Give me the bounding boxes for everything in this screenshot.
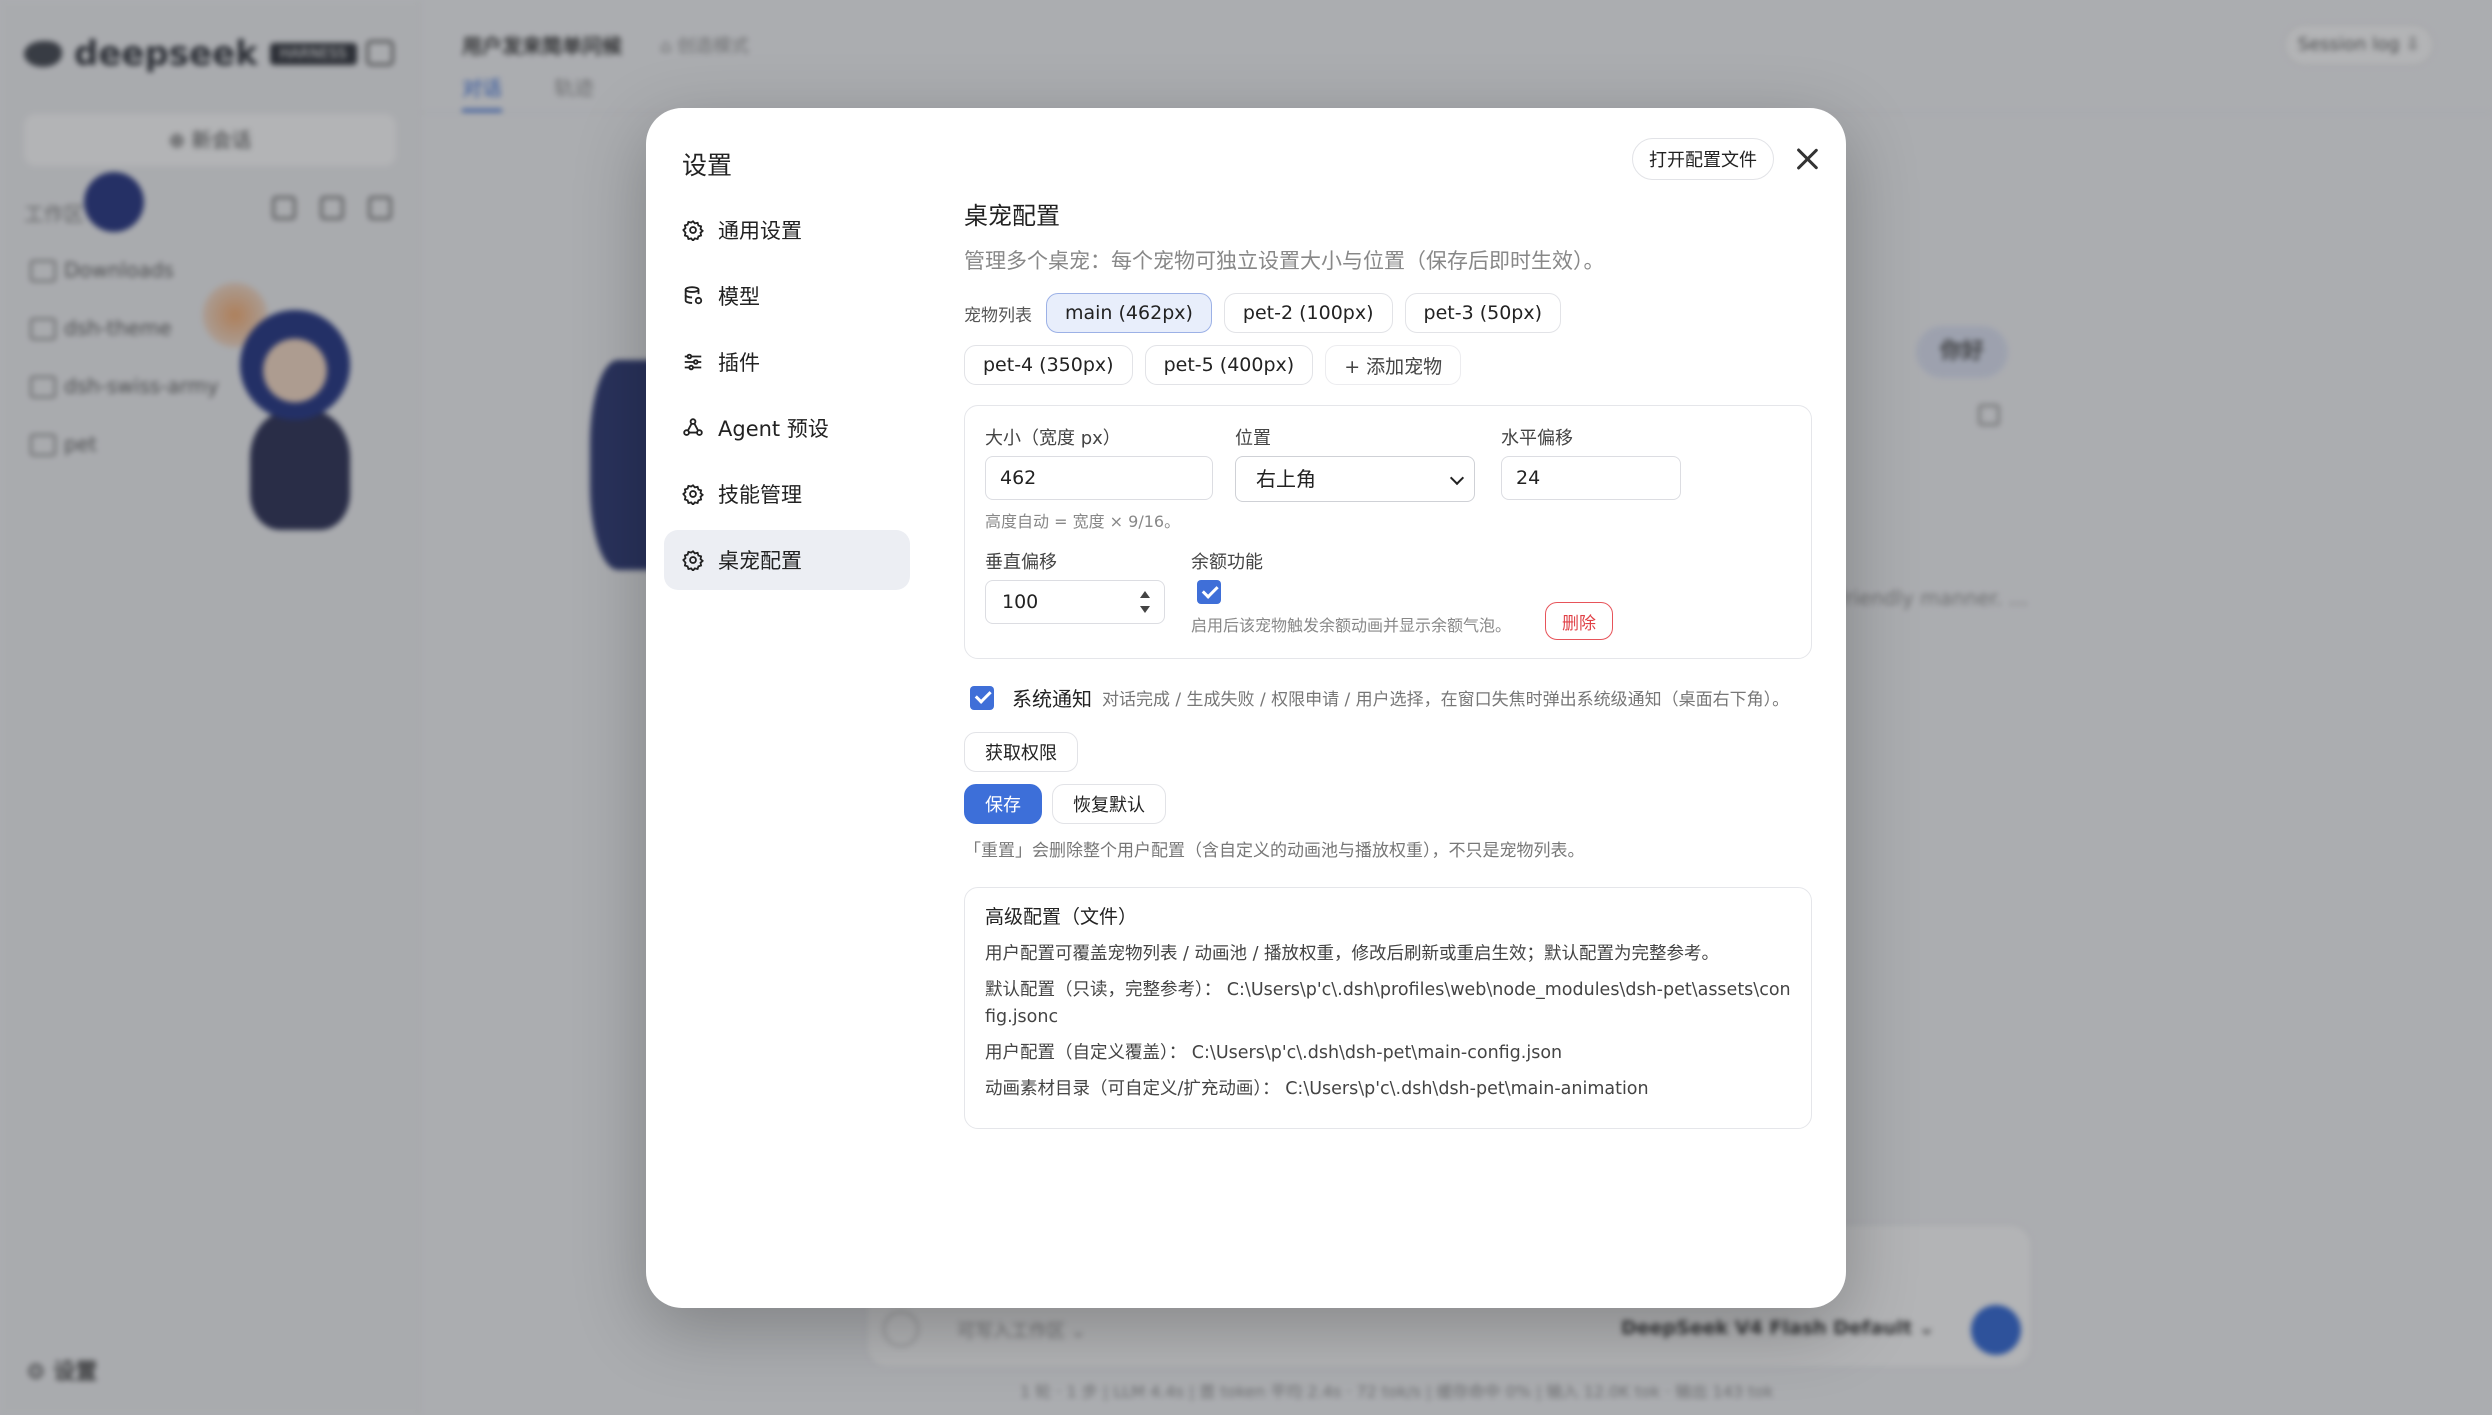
- position-field: 位置 右上角: [1235, 424, 1475, 502]
- h-offset-input[interactable]: [1501, 456, 1681, 500]
- pet-chip-main[interactable]: main (462px): [1046, 293, 1212, 333]
- quota-field: 余额功能 启用后该宠物触发余额动画并显示余额气泡。: [1191, 548, 1511, 636]
- size-hint: 高度自动 = 宽度 × 9/16。: [985, 512, 1181, 531]
- advanced-config-card: 高级配置（文件） 用户配置可覆盖宠物列表 / 动画池 / 播放权重，修改后刷新或…: [964, 887, 1812, 1129]
- position-label: 位置: [1235, 428, 1271, 449]
- save-row: 保存 恢复默认: [964, 784, 1814, 824]
- open-config-file-button[interactable]: 打开配置文件: [1632, 138, 1774, 180]
- section-title: 桌宠配置: [964, 202, 1060, 230]
- pet-chip-pet-5[interactable]: pet-5 (400px): [1144, 345, 1314, 385]
- pet-chip-pet-4[interactable]: pet-4 (350px): [964, 345, 1133, 385]
- nav-label: 技能管理: [718, 483, 802, 507]
- add-pet-button[interactable]: + 添加宠物: [1325, 345, 1462, 385]
- database-icon: [682, 285, 704, 307]
- nav-label: 模型: [718, 285, 760, 309]
- gear-icon: [682, 483, 704, 505]
- quota-hint: 启用后该宠物触发余额动画并显示余额气泡。: [1191, 616, 1512, 635]
- notification-description: 对话完成 / 生成失败 / 权限申请 / 用户选择，在窗口失焦时弹出系统级通知（…: [1102, 690, 1790, 710]
- notification-label: 系统通知: [1012, 687, 1092, 711]
- size-input[interactable]: [985, 456, 1213, 500]
- nav-label: 通用设置: [718, 219, 802, 243]
- quota-label: 余额功能: [1191, 552, 1263, 573]
- nav-label: Agent 预设: [718, 417, 829, 441]
- request-permission-button[interactable]: 获取权限: [964, 732, 1078, 772]
- notification-checkbox[interactable]: [970, 685, 994, 710]
- v-offset-stepper[interactable]: 100: [985, 580, 1165, 624]
- pet-chip-pet-2[interactable]: pet-2 (100px): [1223, 293, 1393, 333]
- save-button[interactable]: 保存: [964, 784, 1042, 824]
- close-icon[interactable]: [1792, 144, 1822, 174]
- gear-icon: [682, 549, 704, 571]
- stepper-arrows-icon[interactable]: [1140, 591, 1150, 613]
- permission-row: 获取权限: [964, 732, 1814, 772]
- delete-pet-button[interactable]: 删除: [1545, 602, 1613, 640]
- pet-chip-pet-3[interactable]: pet-3 (50px): [1404, 293, 1562, 333]
- v-offset-label: 垂直偏移: [985, 552, 1057, 573]
- h-offset-label: 水平偏移: [1501, 428, 1573, 449]
- restore-default-button[interactable]: 恢复默认: [1052, 784, 1166, 824]
- default-config-path: 默认配置（只读，完整参考）： C:\Users\p'c\.dsh\profile…: [985, 980, 1791, 1027]
- chevron-down-icon: [1449, 470, 1465, 486]
- size-field: 大小（宽度 px） 高度自动 = 宽度 × 9/16。: [985, 424, 1213, 532]
- position-select[interactable]: 右上角: [1235, 456, 1475, 502]
- quota-checkbox[interactable]: [1197, 580, 1221, 604]
- nav-item-desktop-pet[interactable]: 桌宠配置: [664, 530, 910, 590]
- settings-modal: 设置 打开配置文件 通用设置 模型 插件 Agent 预设 技能管理 桌宠配置 …: [646, 108, 1846, 1308]
- settings-nav: 通用设置 模型 插件 Agent 预设 技能管理 桌宠配置: [664, 200, 910, 596]
- desktop-pet-settings: 桌宠配置 管理多个桌宠：每个宠物可独立设置大小与位置（保存后即时生效）。 宠物列…: [964, 196, 1814, 1129]
- pet-config-card: 大小（宽度 px） 高度自动 = 宽度 × 9/16。 位置 右上角 水平偏移 …: [964, 405, 1812, 659]
- nav-item-general[interactable]: 通用设置: [664, 200, 910, 260]
- nav-label: 插件: [718, 351, 760, 375]
- nav-item-agent-presets[interactable]: Agent 预设: [664, 398, 910, 458]
- advanced-description: 用户配置可覆盖宠物列表 / 动画池 / 播放权重，修改后刷新或重启生效；默认配置…: [985, 944, 1720, 964]
- reset-note: 「重置」会删除整个用户配置（含自定义的动画池与播放权重），不只是宠物列表。: [964, 841, 1585, 861]
- nav-label: 桌宠配置: [718, 549, 802, 573]
- animation-dir-path: 动画素材目录（可自定义/扩充动画）： C:\Users\p'c\.dsh\dsh…: [985, 1079, 1649, 1099]
- user-config-path: 用户配置（自定义覆盖）： C:\Users\p'c\.dsh\dsh-pet\m…: [985, 1043, 1563, 1063]
- gear-icon: [682, 219, 704, 241]
- nav-item-skills[interactable]: 技能管理: [664, 464, 910, 524]
- pet-list-label: 宠物列表: [964, 305, 1032, 326]
- h-offset-field: 水平偏移: [1501, 424, 1681, 500]
- position-value: 右上角: [1256, 467, 1316, 491]
- size-label: 大小（宽度 px）: [985, 428, 1121, 449]
- agent-icon: [682, 417, 704, 439]
- modal-title: 设置: [682, 151, 733, 180]
- advanced-title: 高级配置（文件）: [985, 906, 1138, 928]
- sliders-icon: [682, 351, 704, 373]
- v-offset-value: 100: [1002, 591, 1039, 613]
- section-description: 管理多个桌宠：每个宠物可独立设置大小与位置（保存后即时生效）。: [964, 249, 1605, 273]
- notification-row: 系统通知 对话完成 / 生成失败 / 权限申请 / 用户选择，在窗口失焦时弹出系…: [970, 683, 1814, 712]
- nav-item-model[interactable]: 模型: [664, 266, 910, 326]
- nav-item-plugins[interactable]: 插件: [664, 332, 910, 392]
- v-offset-field: 垂直偏移 100: [985, 548, 1165, 624]
- pet-list: 宠物列表 main (462px) pet-2 (100px) pet-3 (5…: [964, 293, 1724, 385]
